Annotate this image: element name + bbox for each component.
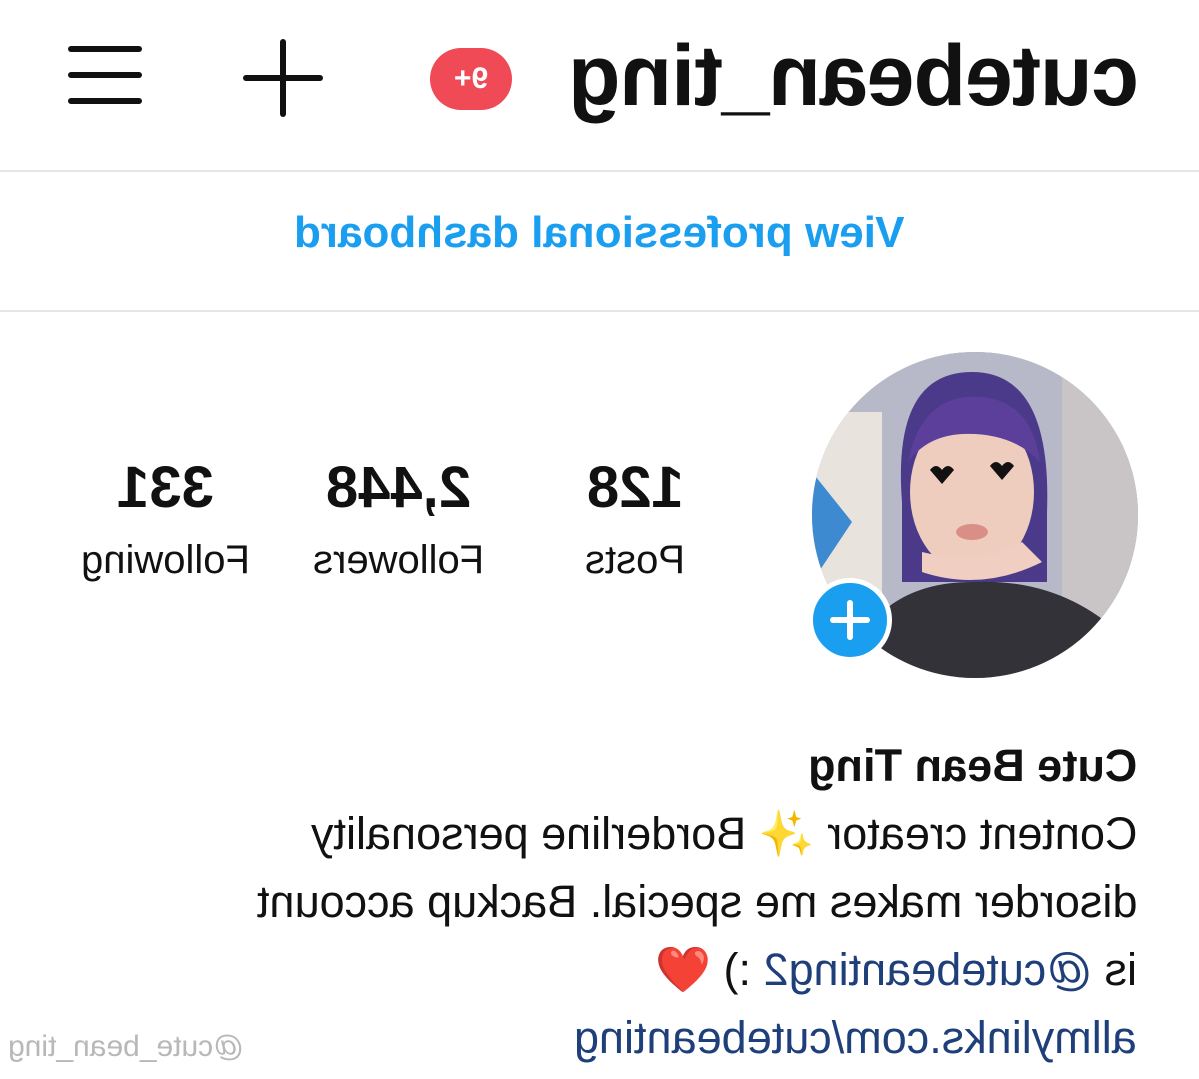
stat-label: Followers (313, 538, 485, 582)
notification-badge[interactable]: 9+ (430, 48, 512, 110)
bio-text: :) ❤️ (655, 944, 764, 995)
add-story-button[interactable] (808, 578, 892, 662)
divider (0, 170, 1199, 172)
backup-account-mention[interactable]: @cutebeanting2 (764, 944, 1092, 995)
stat-following[interactable]: 331 Following (60, 455, 270, 584)
create-plus-icon[interactable] (240, 38, 326, 118)
profile-avatar-container (808, 352, 1138, 678)
divider (0, 310, 1199, 312)
bio-text: is (1092, 944, 1138, 995)
stat-value: 2,448 (326, 455, 472, 520)
profile-display-name: Cute Bean Ting (807, 740, 1137, 791)
stat-value: 128 (586, 455, 684, 520)
bio-line: is @cutebeanting2 :) ❤️ (655, 938, 1137, 1002)
stat-label: Following (80, 538, 250, 582)
hamburger-menu-icon[interactable] (64, 44, 144, 108)
stat-posts[interactable]: 128 Posts (560, 455, 710, 584)
bio-website-link[interactable]: allmylinks.com/cutebeanting (574, 1006, 1137, 1070)
top-bar: 9+ cutebean_ting (0, 0, 1199, 170)
bio-line: Content creator ✨ Borderline personality (310, 808, 1137, 859)
bio-line: disorder makes me special. Backup accoun… (256, 876, 1137, 927)
stat-value: 331 (116, 455, 214, 520)
stat-label: Posts (584, 538, 686, 582)
plus-icon (830, 600, 870, 640)
account-username[interactable]: cutebean_ting (569, 26, 1139, 126)
stat-followers[interactable]: 2,448 Followers (292, 455, 506, 584)
professional-dashboard-link[interactable]: View professional dashboard (0, 208, 1199, 258)
watermark: @cute_bean_ting (8, 1030, 244, 1063)
